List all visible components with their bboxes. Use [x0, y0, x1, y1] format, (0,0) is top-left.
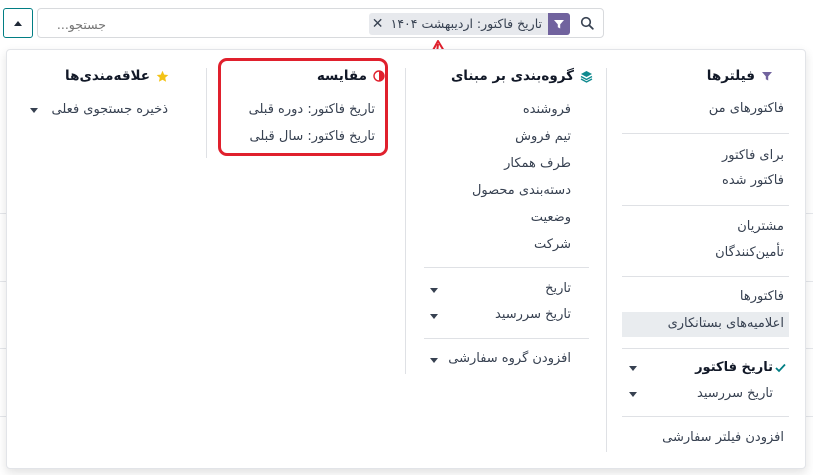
add-custom-filter[interactable]: افزودن فیلتر سفارشی — [662, 430, 784, 445]
filter-icon — [548, 13, 570, 35]
chevron-down-icon[interactable] — [629, 392, 637, 397]
star-icon — [156, 70, 169, 83]
search-bar: تاریخ فاکتور: اردیبهشت ۱۴۰۴ ✕ — [37, 8, 604, 38]
filters-title: فیلترها — [706, 68, 755, 84]
chevron-down-icon[interactable] — [629, 366, 637, 371]
facet-label: تاریخ فاکتور: اردیبهشت ۱۴۰۴ — [390, 16, 542, 31]
groupby-date[interactable]: تاریخ — [545, 281, 571, 296]
toggle-search-panel-button[interactable] — [3, 8, 33, 38]
search-input[interactable] — [44, 14, 108, 34]
caret-up-icon — [14, 21, 22, 26]
search-button[interactable] — [571, 9, 603, 37]
search-facet: تاریخ فاکتور: اردیبهشت ۱۴۰۴ ✕ — [368, 13, 570, 35]
remove-facet-icon[interactable]: ✕ — [369, 13, 387, 35]
groupby-salesperson[interactable]: فروشنده — [523, 102, 571, 117]
separator — [622, 276, 789, 277]
column-divider — [405, 68, 406, 374]
layers-icon — [580, 70, 593, 83]
groupby-sales-team[interactable]: تیم فروش — [515, 129, 571, 144]
filter-invoiced[interactable]: فاکتور شده — [722, 173, 784, 188]
favorites-title: علاقه‌مندی‌ها — [65, 68, 150, 84]
chevron-down-icon[interactable] — [430, 314, 438, 319]
favorites-header: علاقه‌مندی‌ها — [65, 68, 169, 84]
save-current-search[interactable]: ذخیره جستجوی فعلی — [52, 102, 168, 117]
search-icon — [580, 16, 594, 30]
checkmark-icon — [775, 363, 786, 373]
separator — [424, 267, 589, 268]
filter-credit-notes[interactable]: اعلامیه‌های بستانکاری — [668, 316, 784, 331]
filter-invoice-date[interactable]: تاریخ فاکتور — [695, 360, 773, 375]
filter-vendors[interactable]: تأمین‌کنندگان — [715, 245, 784, 260]
groupby-title: گروه‌بندی بر مبنای — [450, 68, 574, 84]
filter-to-invoice[interactable]: برای فاکتور — [722, 148, 784, 163]
groupby-product-category[interactable]: دسته‌بندی محصول — [472, 183, 571, 198]
filter-invoices[interactable]: فاکتورها — [740, 289, 784, 304]
separator — [622, 205, 789, 206]
groupby-status[interactable]: وضعیت — [531, 210, 571, 225]
chevron-down-icon[interactable] — [430, 358, 438, 363]
groupby-company[interactable]: شرکت — [534, 237, 571, 252]
groupby-partner[interactable]: طرف همکار — [504, 156, 571, 171]
chevron-down-icon[interactable] — [430, 288, 438, 293]
add-custom-group[interactable]: افزودن گروه سفارشی — [448, 351, 571, 366]
search-panel-dropdown: فیلترها فاکتورهای من برای فاکتور فاکتور … — [6, 49, 806, 469]
separator — [622, 348, 789, 349]
separator — [622, 133, 789, 134]
groupby-due-date[interactable]: تاریخ سررسید — [495, 307, 571, 322]
groupby-header: گروه‌بندی بر مبنای — [451, 68, 593, 84]
column-divider — [606, 68, 607, 452]
separator — [424, 338, 589, 339]
chevron-down-icon[interactable] — [30, 108, 38, 113]
filter-due-date[interactable]: تاریخ سررسید — [697, 386, 773, 401]
annotation-highlight-box — [218, 58, 388, 156]
filter-icon — [761, 70, 773, 82]
column-divider — [206, 68, 207, 158]
filter-customers[interactable]: مشتریان — [737, 219, 784, 234]
filters-header: فیلترها — [707, 68, 773, 84]
separator — [622, 416, 789, 417]
filter-my-invoices[interactable]: فاکتورهای من — [709, 101, 784, 116]
